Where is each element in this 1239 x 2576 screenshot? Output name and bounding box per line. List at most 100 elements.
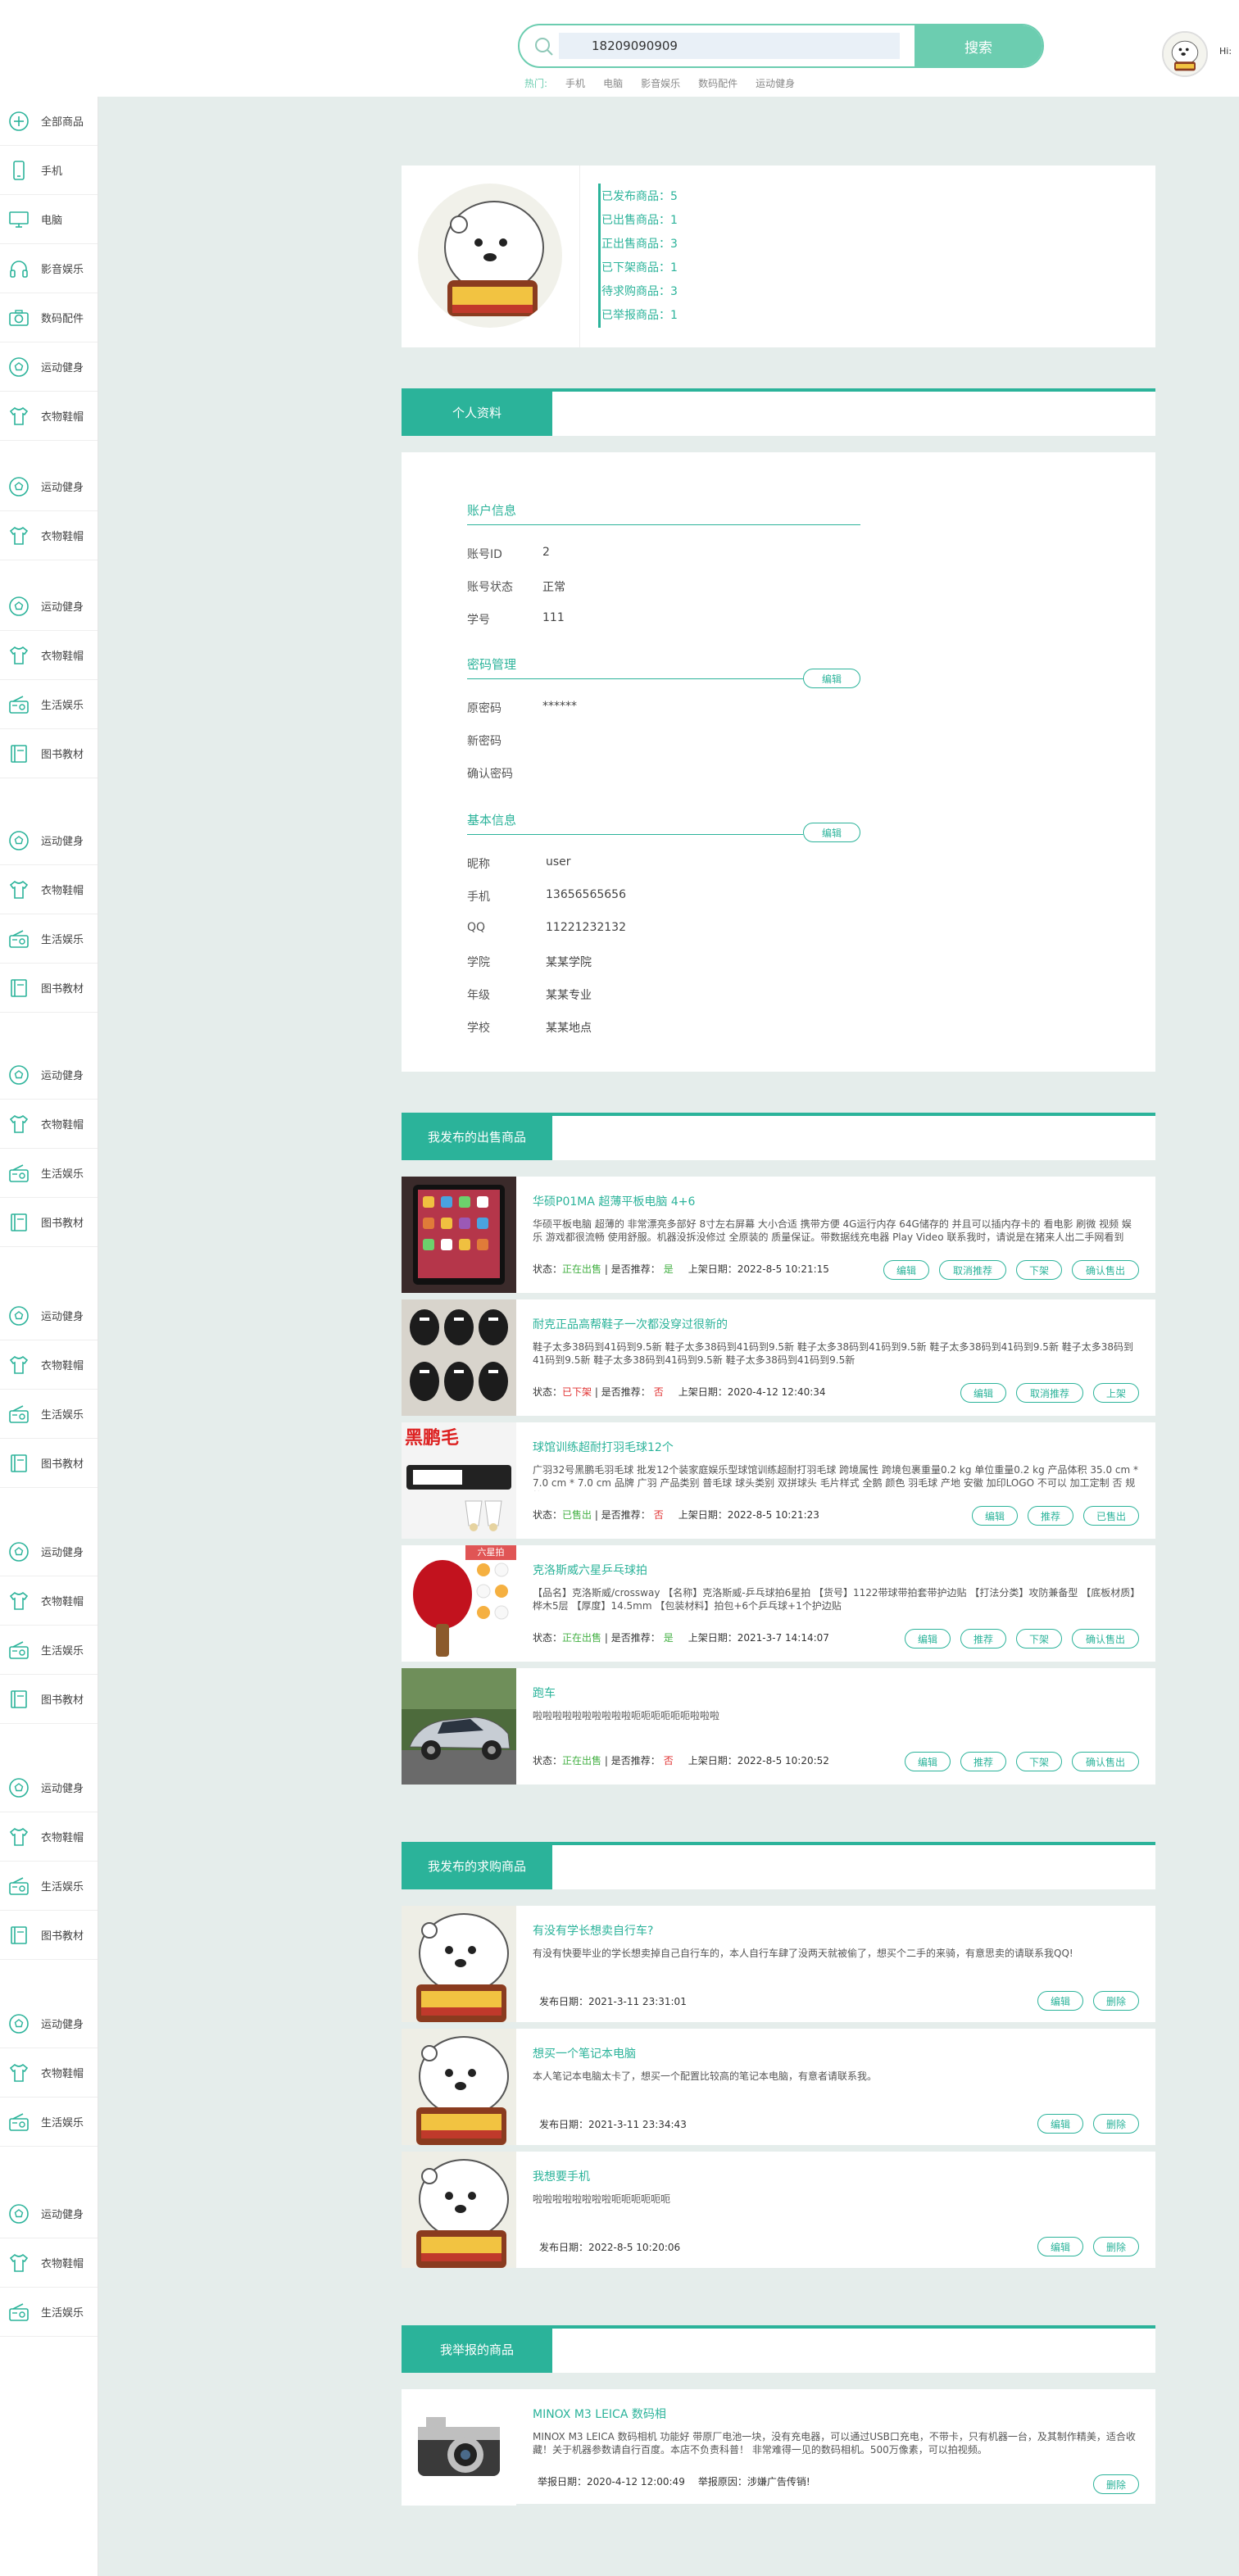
selling-action-button-1[interactable]: 推荐 <box>1028 1506 1073 1526</box>
product-thumbnail[interactable]: 六星拍 <box>402 1545 516 1662</box>
selling-action-button-2[interactable]: 下架 <box>1016 1752 1062 1771</box>
sidebar-item[interactable]: 衣物鞋帽 <box>0 1340 98 1390</box>
sidebar-item[interactable]: 生活娱乐 <box>0 680 98 729</box>
hot-link-phone[interactable]: 手机 <box>565 76 585 90</box>
tab-reported[interactable]: 我举报的商品 <box>402 2325 552 2373</box>
selling-action-button-0[interactable]: 编辑 <box>905 1752 951 1771</box>
user-avatar[interactable] <box>1162 31 1208 77</box>
sidebar-item[interactable]: 图书教材 <box>0 729 98 778</box>
sidebar-item[interactable]: 生活娱乐 <box>0 2098 98 2147</box>
search-button[interactable]: 搜索 <box>914 25 1042 66</box>
sidebar-item[interactable]: 全部商品 <box>0 97 98 146</box>
product-thumbnail[interactable] <box>402 1299 516 1416</box>
wanted-action-button-0[interactable]: 编辑 <box>1037 1991 1083 2011</box>
sidebar-item[interactable]: 运动健身 <box>0 1527 98 1576</box>
sidebar-item[interactable]: 运动健身 <box>0 1999 98 2048</box>
selling-action-button-1[interactable]: 推荐 <box>960 1752 1006 1771</box>
selling-action-button-1[interactable]: 取消推荐 <box>1016 1383 1083 1403</box>
reported-thumbnail[interactable] <box>402 2389 516 2506</box>
edit-password-button[interactable]: 编辑 <box>803 669 860 688</box>
wanted-thumbnail[interactable] <box>402 1906 516 2022</box>
wanted-title[interactable]: 想买一个笔记本电脑 <box>533 2045 636 2061</box>
sidebar-item[interactable]: 衣物鞋帽 <box>0 631 98 680</box>
sidebar-item[interactable]: 衣物鞋帽 <box>0 2238 98 2288</box>
selling-action-button-2[interactable]: 下架 <box>1016 1260 1062 1280</box>
wanted-action-button-1[interactable]: 删除 <box>1093 2237 1139 2256</box>
product-title[interactable]: 克洛斯威六星乒乓球拍 <box>533 1562 647 1578</box>
edit-basic-button[interactable]: 编辑 <box>803 823 860 842</box>
sidebar-item[interactable]: 衣物鞋帽 <box>0 1812 98 1862</box>
product-thumbnail[interactable] <box>402 1668 516 1785</box>
wanted-action-button-0[interactable]: 编辑 <box>1037 2237 1083 2256</box>
tab-personal-info[interactable]: 个人资料 <box>402 388 552 436</box>
hot-link-digital[interactable]: 数码配件 <box>698 76 738 90</box>
reported-action-button-0[interactable]: 删除 <box>1093 2474 1139 2494</box>
tab-selling[interactable]: 我发布的出售商品 <box>402 1113 552 1160</box>
sidebar-item[interactable]: 生活娱乐 <box>0 1626 98 1675</box>
field-value-account-id: 2 <box>542 546 550 559</box>
reported-title[interactable]: MINOX M3 LEICA 数码相 <box>533 2406 666 2422</box>
sidebar-item[interactable]: 图书教材 <box>0 964 98 1013</box>
date-value: 2021-3-11 23:31:01 <box>588 1996 687 2007</box>
sidebar-item[interactable]: 运动健身 <box>0 2189 98 2238</box>
product-title[interactable]: 球馆训练超耐打羽毛球12个 <box>533 1439 674 1455</box>
sidebar-item[interactable]: 生活娱乐 <box>0 1149 98 1198</box>
tab-wanted[interactable]: 我发布的求购商品 <box>402 1842 552 1889</box>
sidebar-item[interactable]: 图书教材 <box>0 1439 98 1488</box>
sidebar-item[interactable]: 运动健身 <box>0 582 98 631</box>
selling-action-button-3[interactable]: 确认售出 <box>1072 1260 1139 1280</box>
sidebar-item[interactable]: 运动健身 <box>0 1763 98 1812</box>
sidebar-item[interactable]: 运动健身 <box>0 816 98 865</box>
sidebar-item[interactable]: 电脑 <box>0 195 98 244</box>
sidebar-item[interactable]: 衣物鞋帽 <box>0 511 98 560</box>
selling-action-button-2[interactable]: 下架 <box>1016 1629 1062 1649</box>
sidebar-item[interactable]: 图书教材 <box>0 1911 98 1960</box>
wanted-title[interactable]: 有没有学长想卖自行车? <box>533 1922 653 1939</box>
selling-action-button-2[interactable]: 上架 <box>1093 1383 1139 1403</box>
wanted-thumbnail[interactable] <box>402 2029 516 2145</box>
sidebar-item[interactable]: 生活娱乐 <box>0 1390 98 1439</box>
date-value: 2022-8-5 10:21:23 <box>727 1509 819 1521</box>
hot-link-computer[interactable]: 电脑 <box>603 76 623 90</box>
wanted-action-button-1[interactable]: 删除 <box>1093 1991 1139 2011</box>
hot-link-media[interactable]: 影音娱乐 <box>641 76 680 90</box>
sidebar-item[interactable]: 运动健身 <box>0 1291 98 1340</box>
selling-action-button-1[interactable]: 取消推荐 <box>939 1260 1006 1280</box>
sidebar-item[interactable]: 生活娱乐 <box>0 914 98 964</box>
wanted-title[interactable]: 我想要手机 <box>533 2168 590 2184</box>
sidebar-item[interactable]: 衣物鞋帽 <box>0 2048 98 2098</box>
selling-action-button-1[interactable]: 推荐 <box>960 1629 1006 1649</box>
sidebar-item[interactable]: 生活娱乐 <box>0 2288 98 2337</box>
sidebar-item[interactable]: 运动健身 <box>0 1050 98 1100</box>
selling-action-button-3[interactable]: 确认售出 <box>1072 1752 1139 1771</box>
search-input[interactable] <box>559 33 900 59</box>
product-thumbnail[interactable]: 黑鹏毛 <box>402 1422 516 1539</box>
product-title[interactable]: 跑车 <box>533 1685 556 1701</box>
sidebar-item[interactable]: 影音娱乐 <box>0 244 98 293</box>
sidebar-item[interactable]: 手机 <box>0 146 98 195</box>
wanted-action-button-0[interactable]: 编辑 <box>1037 2114 1083 2134</box>
status-label: 状态： <box>533 1386 563 1398</box>
selling-action-button-0[interactable]: 编辑 <box>883 1260 929 1280</box>
sidebar-item[interactable]: 衣物鞋帽 <box>0 392 98 441</box>
hot-link-sports[interactable]: 运动健身 <box>756 76 795 90</box>
wanted-action-button-1[interactable]: 删除 <box>1093 2114 1139 2134</box>
product-thumbnail[interactable] <box>402 1177 516 1293</box>
sidebar-item[interactable]: 图书教材 <box>0 1198 98 1247</box>
selling-action-button-0[interactable]: 编辑 <box>972 1506 1018 1526</box>
sidebar-item[interactable]: 数码配件 <box>0 293 98 342</box>
selling-action-button-3[interactable]: 确认售出 <box>1072 1629 1139 1649</box>
product-title[interactable]: 耐克正品高帮鞋子一次都没穿过很新的 <box>533 1316 728 1332</box>
sidebar-item[interactable]: 衣物鞋帽 <box>0 865 98 914</box>
selling-action-button-0[interactable]: 编辑 <box>960 1383 1006 1403</box>
product-title[interactable]: 华硕P01MA 超薄平板电脑 4+6 <box>533 1193 695 1209</box>
sidebar-item[interactable]: 衣物鞋帽 <box>0 1576 98 1626</box>
selling-action-button-2[interactable]: 已售出 <box>1083 1506 1139 1526</box>
sidebar-item[interactable]: 衣物鞋帽 <box>0 1100 98 1149</box>
sidebar-item[interactable]: 图书教材 <box>0 1675 98 1724</box>
sidebar-item[interactable]: 运动健身 <box>0 462 98 511</box>
wanted-thumbnail[interactable] <box>402 2152 516 2268</box>
sidebar-item[interactable]: 运动健身 <box>0 342 98 392</box>
selling-action-button-0[interactable]: 编辑 <box>905 1629 951 1649</box>
sidebar-item[interactable]: 生活娱乐 <box>0 1862 98 1911</box>
